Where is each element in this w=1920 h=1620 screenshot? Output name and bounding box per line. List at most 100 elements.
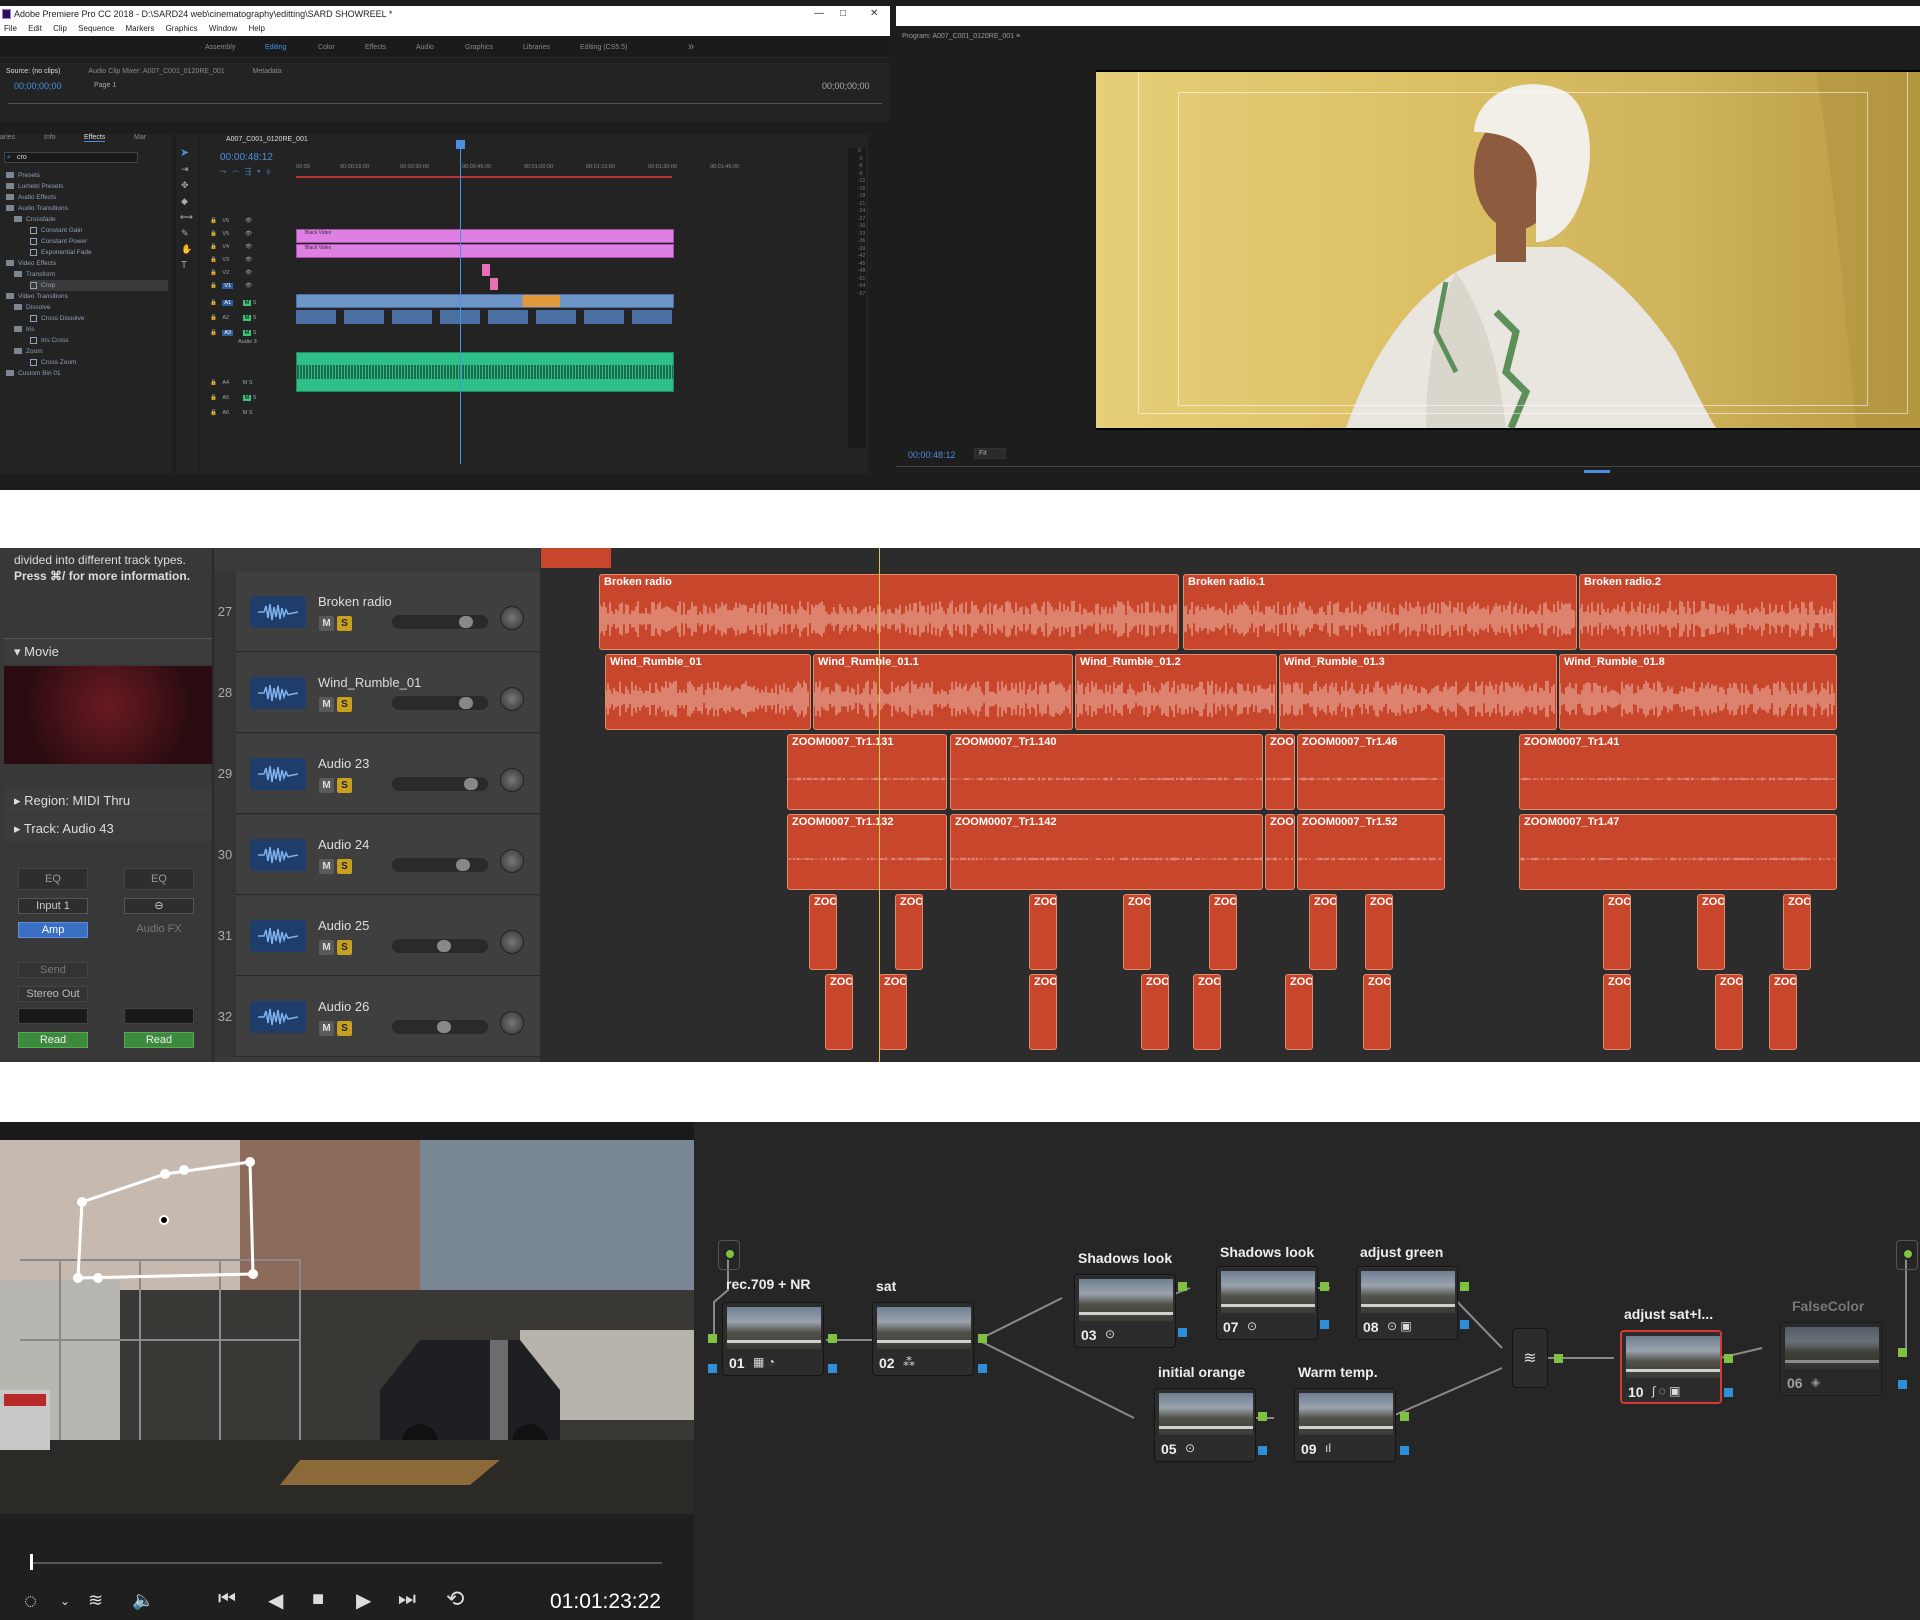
type-tool-icon[interactable]: T — [181, 260, 187, 271]
strip2-audio-fx-slot[interactable]: Audio FX — [124, 922, 194, 938]
workspace-libraries[interactable]: Libraries — [523, 44, 550, 51]
audio-region[interactable]: ZOO — [1285, 974, 1313, 1050]
source-timecode[interactable]: 00;00;00;00 — [14, 81, 62, 91]
solo-button[interactable]: S — [337, 1021, 352, 1036]
color-node-02[interactable]: 02 ⁂ — [872, 1302, 974, 1376]
fader-handle[interactable] — [459, 697, 474, 709]
program-tab[interactable]: Program: A007_C001_0120RE_001 ≡ — [896, 26, 1920, 48]
node-output-port[interactable] — [1258, 1446, 1267, 1455]
effects-item-dissolve[interactable]: Dissolve — [14, 302, 51, 313]
volume-fader[interactable] — [392, 615, 488, 629]
menu-graphics[interactable]: Graphics — [166, 24, 198, 33]
clip-v3[interactable] — [482, 264, 490, 276]
track-header-a2[interactable]: 🔒 A2 M S — [210, 315, 290, 327]
audio-region[interactable]: ZOO — [1603, 974, 1631, 1050]
effects-item-constant-gain[interactable]: Constant Gain — [30, 225, 83, 236]
mute-button[interactable]: M — [319, 1021, 334, 1036]
node-output-port[interactable] — [1320, 1320, 1329, 1329]
node-output-port[interactable] — [1460, 1320, 1469, 1329]
effects-item-audio-effects[interactable]: Audio Effects — [6, 192, 56, 203]
track-row[interactable]: 28 Wind_Rumble_01 M S — [214, 653, 540, 733]
volume-fader[interactable] — [392, 1020, 488, 1034]
audio-region[interactable]: ZOOM0007_Tr1.46 — [1297, 734, 1445, 810]
effects-item-custom-bin[interactable]: Custom Bin 01 — [6, 368, 61, 379]
program-playhead[interactable] — [1584, 470, 1610, 473]
audio-region[interactable]: Broken radio — [599, 574, 1179, 650]
track-header-a4[interactable]: 🔒 A4 M S — [210, 380, 290, 392]
solo-button[interactable]: S — [337, 616, 352, 631]
effects-item-iris-cross[interactable]: Iris Cross — [30, 335, 68, 346]
viewer-scrubber[interactable] — [30, 1562, 662, 1564]
ripple-edit-tool-icon[interactable]: ✥ — [181, 180, 189, 191]
audio-region[interactable]: ZOO — [1769, 974, 1797, 1050]
audio-region[interactable]: ZOO — [1265, 814, 1295, 890]
color-node-07[interactable]: 07 ⊙ — [1216, 1266, 1318, 1340]
audio-region[interactable]: ZOO — [1209, 894, 1237, 970]
playhead-handle[interactable] — [456, 140, 465, 149]
fader-handle[interactable] — [437, 940, 452, 952]
audio-region[interactable]: ZOO — [895, 894, 923, 970]
track-header-v2[interactable]: 🔒 V2 👁 — [210, 270, 290, 282]
fader-handle[interactable] — [437, 1021, 452, 1033]
program-scrubber[interactable] — [896, 466, 1920, 467]
maximize-icon[interactable]: □ — [840, 6, 846, 22]
source-page-select[interactable]: Page 1 — [94, 82, 116, 89]
mute-button[interactable]: M — [319, 859, 334, 874]
power-window-shape[interactable] — [0, 1140, 694, 1514]
audio-region[interactable]: ZOO — [1029, 894, 1057, 970]
workspace-color[interactable]: Color — [318, 44, 335, 51]
track-row[interactable]: 29 Audio 23 M S — [214, 734, 540, 814]
strip2-eq-button[interactable]: EQ — [124, 868, 194, 890]
track-row[interactable]: 27 Broken radio M S — [214, 572, 540, 652]
pan-knob[interactable] — [500, 687, 524, 711]
close-icon[interactable]: ✕ — [870, 6, 878, 22]
menu-markers[interactable]: Markers — [125, 24, 154, 33]
stop-icon[interactable]: ■ — [312, 1588, 324, 1611]
volume-fader[interactable] — [392, 696, 488, 710]
audio-region[interactable]: ZOO — [1715, 974, 1743, 1050]
solo-button[interactable]: S — [337, 859, 352, 874]
layer-mixer-node[interactable]: ≋ — [1512, 1328, 1548, 1388]
audio-region[interactable]: ZOO — [1265, 734, 1295, 810]
solo-button[interactable]: S — [337, 940, 352, 955]
source-scrubber[interactable] — [8, 103, 882, 104]
tab-metadata[interactable]: Metadata — [253, 68, 282, 75]
menu-help[interactable]: Help — [249, 24, 265, 33]
clip-v2[interactable] — [490, 278, 498, 290]
sequence-timecode[interactable]: 00:00:48:12 — [220, 152, 273, 163]
audio-region[interactable]: ZOO — [1697, 894, 1725, 970]
layers-icon[interactable]: ≋ — [88, 1590, 103, 1611]
viewer-timecode[interactable]: 01:01:23:22 — [550, 1590, 661, 1614]
track-section-header[interactable]: ▸ Track: Audio 43 — [4, 816, 212, 842]
track-header-a1[interactable]: 🔒 A1 M S — [210, 300, 290, 312]
track-row[interactable]: 32 Audio 26 M S — [214, 977, 540, 1057]
node-output-port[interactable] — [828, 1364, 837, 1373]
fader-handle[interactable] — [464, 778, 479, 790]
clip-track-a3-audio[interactable] — [296, 352, 674, 392]
menu-window[interactable]: Window — [209, 24, 237, 33]
effects-item-zoom[interactable]: Zoom — [14, 346, 43, 357]
menu-sequence[interactable]: Sequence — [78, 24, 114, 33]
strip1-eq-button[interactable]: EQ — [18, 868, 88, 890]
razor-tool-icon[interactable]: ◆ — [181, 196, 188, 207]
color-node-05[interactable]: 05 ⊙ — [1154, 1388, 1256, 1462]
viewer-playhead[interactable] — [30, 1554, 33, 1570]
workspace-assembly[interactable]: Assembly — [205, 44, 235, 51]
effects-item-crossfade[interactable]: Crossfade — [14, 214, 56, 225]
audio-region[interactable]: Broken radio.1 — [1183, 574, 1577, 650]
audio-region[interactable]: ZOO — [1603, 894, 1631, 970]
workspace-graphics[interactable]: Graphics — [465, 44, 493, 51]
pan-knob[interactable] — [500, 930, 524, 954]
node-output-port[interactable] — [1178, 1282, 1187, 1291]
mute-button[interactable]: M — [319, 616, 334, 631]
effects-item-constant-power[interactable]: Constant Power — [30, 236, 87, 247]
workspace-editing[interactable]: Editing — [265, 44, 286, 51]
tab-effects[interactable]: Effects — [84, 134, 106, 142]
volume-fader[interactable] — [392, 858, 488, 872]
mute-button[interactable]: M — [319, 940, 334, 955]
viewer-mode-icon[interactable]: ◌ — [24, 1588, 37, 1614]
audio-region[interactable]: Wind_Rumble_01.1 — [813, 654, 1073, 730]
color-node-09[interactable]: 09 ıl — [1294, 1388, 1396, 1462]
clip-track-a1[interactable] — [296, 310, 674, 324]
minimize-icon[interactable]: — — [814, 6, 824, 22]
